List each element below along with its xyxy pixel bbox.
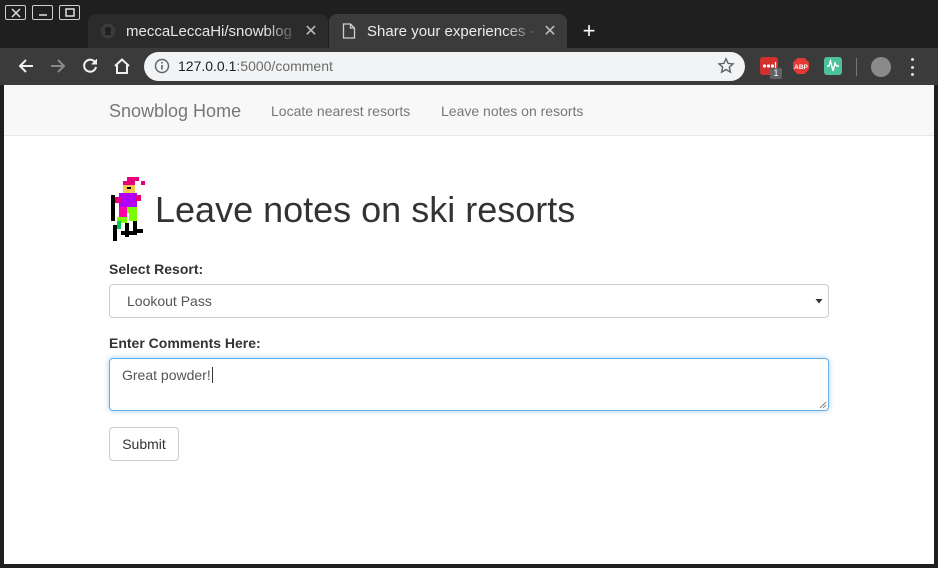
extension-badge: 1 — [770, 68, 782, 79]
close-window-button[interactable] — [5, 5, 26, 20]
reload-icon — [83, 58, 97, 73]
resize-grip-icon[interactable] — [817, 399, 827, 409]
comments-label: Enter Comments Here: — [109, 335, 261, 351]
home-icon — [114, 58, 130, 74]
chevron-down-icon — [815, 299, 823, 304]
minimize-window-button[interactable] — [32, 5, 53, 20]
page-viewport: Snowblog Home Locate nearest resorts Lea… — [4, 85, 934, 564]
home-button[interactable] — [110, 54, 134, 78]
page-title: Leave notes on ski resorts — [155, 189, 576, 230]
arrow-right-icon — [51, 59, 66, 73]
svg-text:ABP: ABP — [794, 64, 808, 71]
url-path: :5000/comment — [236, 58, 333, 74]
bookmark-star-icon[interactable] — [717, 57, 735, 80]
tab-close-button[interactable]: ✕ — [300, 21, 322, 41]
resort-label: Select Resort: — [109, 261, 204, 277]
text-cursor — [211, 367, 213, 383]
maximize-window-button[interactable] — [59, 5, 80, 20]
resort-select[interactable]: Lookout Pass — [109, 284, 829, 318]
submit-button[interactable]: Submit — [109, 427, 179, 461]
close-icon — [10, 7, 21, 18]
comments-textarea[interactable]: Great powder! — [109, 358, 829, 411]
tab-share-experiences[interactable]: Share your experiences - S ✕ — [329, 14, 567, 48]
extension-icon[interactable] — [824, 57, 842, 75]
forward-button[interactable] — [46, 54, 70, 78]
tab-close-button[interactable]: ✕ — [539, 21, 561, 41]
page-heading: Leave notes on ski resorts — [109, 177, 575, 243]
skier-icon — [111, 177, 145, 241]
comments-text: Great powder! — [122, 367, 213, 383]
toolbar-separator — [856, 58, 857, 76]
tab-github[interactable]: meccaLeccaHi/snowblog ✕ — [88, 14, 328, 48]
maximize-icon — [64, 7, 75, 17]
page-icon — [341, 23, 357, 39]
minimize-icon — [38, 13, 47, 16]
site-navbar: Snowblog Home Locate nearest resorts Lea… — [4, 85, 934, 136]
tab-title: meccaLeccaHi/snowblog — [126, 22, 292, 40]
nav-link-locate-resorts[interactable]: Locate nearest resorts — [271, 103, 410, 119]
resort-select-value: Lookout Pass — [127, 293, 212, 309]
url-text: 127.0.0.1:5000/comment — [178, 58, 333, 74]
window-controls — [5, 5, 80, 20]
arrow-left-icon — [18, 59, 33, 73]
reload-button[interactable] — [78, 54, 102, 78]
nav-link-leave-notes[interactable]: Leave notes on resorts — [441, 103, 583, 119]
new-tab-button[interactable]: + — [576, 18, 602, 44]
adblock-icon[interactable]: ABP — [792, 57, 810, 75]
tab-title: Share your experiences - S — [367, 22, 539, 40]
url-host: 127.0.0.1 — [178, 58, 237, 74]
profile-avatar[interactable] — [871, 57, 891, 77]
back-button[interactable] — [14, 54, 38, 78]
info-icon[interactable] — [154, 58, 170, 79]
menu-kebab-icon[interactable] — [908, 58, 916, 76]
navbar-brand-link[interactable]: Snowblog Home — [109, 101, 241, 122]
browser-tabstrip: meccaLeccaHi/snowblog ✕ Share your exper… — [0, 0, 938, 48]
github-icon — [100, 23, 116, 39]
address-bar[interactable]: 127.0.0.1:5000/comment — [144, 52, 745, 81]
browser-toolbar: 127.0.0.1:5000/comment ABP — [0, 48, 938, 85]
